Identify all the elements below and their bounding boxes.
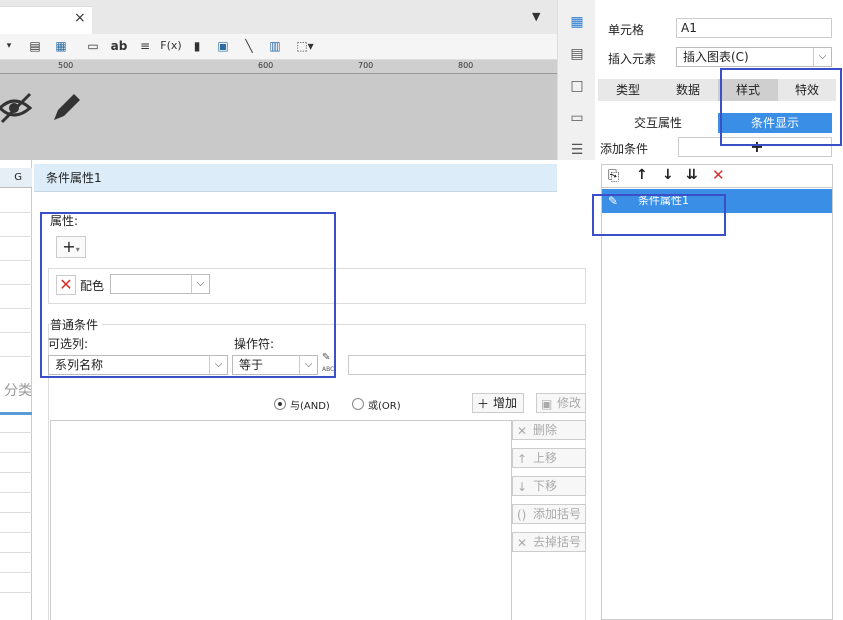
copy-icon[interactable]: ⎘ [608, 168, 619, 184]
widget-icon[interactable]: ▭ [568, 110, 586, 128]
ruler [0, 60, 557, 74]
remove-bracket-icon: ✕ [517, 536, 528, 550]
text-icon[interactable]: ab [110, 38, 128, 54]
tab-interaction-props[interactable]: 交互属性 [600, 113, 716, 133]
add-condition-label: 添加条件 [600, 142, 649, 156]
arrow-down-icon: ↓ [517, 480, 528, 494]
modify-button[interactable]: ▣ 修改 [536, 393, 586, 413]
insert-element-select[interactable]: 插入图表(C) ⌵ [676, 47, 832, 67]
column-header: G [0, 168, 32, 188]
remove-bracket-button[interactable]: ✕ 去掉括号 [512, 532, 586, 552]
close-tab-icon[interactable]: × [74, 10, 86, 26]
highlight-box [40, 212, 336, 378]
image-icon[interactable]: ▣ [214, 38, 232, 54]
arrow-up-icon[interactable]: ↑ [636, 167, 648, 183]
tab-list-icon[interactable]: ▼ [532, 10, 540, 23]
or-label: 或(OR) [368, 401, 401, 412]
highlight-box [720, 68, 842, 146]
cell-label: 单元格 [608, 23, 645, 37]
condition-attribute-list [601, 188, 833, 620]
hide-icon[interactable] [0, 90, 34, 126]
or-radio[interactable] [352, 398, 364, 410]
delete-icon[interactable]: ✕ [712, 166, 725, 184]
cell-info-icon[interactable]: ▤ [568, 46, 586, 64]
insert-element-label: 插入元素 [608, 52, 657, 66]
category-cell-text: 分类 [4, 383, 32, 399]
ruler-mark: 500 [58, 61, 74, 70]
line-icon[interactable]: ╲ [240, 38, 258, 54]
edit-pencil-icon[interactable] [50, 90, 84, 124]
ruler-mark: 700 [358, 61, 374, 70]
arrow-up-icon: ↑ [517, 452, 528, 466]
chevron-down-icon: ⌵ [813, 48, 831, 66]
frame-icon[interactable]: ▤ [26, 38, 44, 54]
ruler-mark: 800 [458, 61, 474, 70]
border-icon[interactable]: ⬚▾ [292, 38, 318, 54]
bracket-icon: () [517, 508, 527, 522]
and-radio[interactable] [274, 398, 286, 410]
condition-value-input[interactable] [348, 355, 586, 375]
tab-data[interactable]: 数据 [658, 79, 718, 101]
bar-chart-icon[interactable]: ▮ [188, 38, 206, 54]
delete-button[interactable]: ✕ 删除 [512, 420, 586, 440]
sort-icon[interactable]: ⇊ [686, 167, 698, 183]
highlight-box [592, 194, 726, 236]
condition-list[interactable] [50, 420, 512, 620]
arrow-down-icon[interactable]: ↓ [662, 167, 674, 183]
close-icon: ✕ [517, 424, 528, 438]
move-down-button[interactable]: ↓ 下移 [512, 476, 586, 496]
dropdown-arrow-icon[interactable]: ▾ [0, 38, 18, 54]
sub-report-icon[interactable]: ▥ [266, 38, 284, 54]
frame-icon[interactable]: □ [568, 78, 586, 96]
plus-icon: ＋ [477, 397, 490, 411]
layers-icon[interactable]: ☰ [568, 142, 586, 160]
and-label: 与(AND) [290, 401, 330, 412]
move-up-button[interactable]: ↑ 上移 [512, 448, 586, 468]
add-button[interactable]: ＋增加 [472, 393, 524, 413]
table-icon[interactable]: ▦ [52, 38, 70, 54]
tab-type[interactable]: 类型 [598, 79, 658, 101]
align-icon[interactable]: ≡ [136, 38, 154, 54]
ruler-mark: 600 [258, 61, 274, 70]
cell-properties-icon[interactable]: ▦ [568, 14, 586, 32]
modify-icon: ▣ [541, 397, 553, 411]
cell-input[interactable]: A1 [676, 18, 832, 38]
dialog-title: 条件属性1 [34, 164, 557, 192]
add-bracket-button[interactable]: () 添加括号 [512, 504, 586, 524]
formula-icon[interactable]: F(x) [160, 38, 182, 54]
text-field-icon[interactable]: ▭ [84, 38, 102, 54]
